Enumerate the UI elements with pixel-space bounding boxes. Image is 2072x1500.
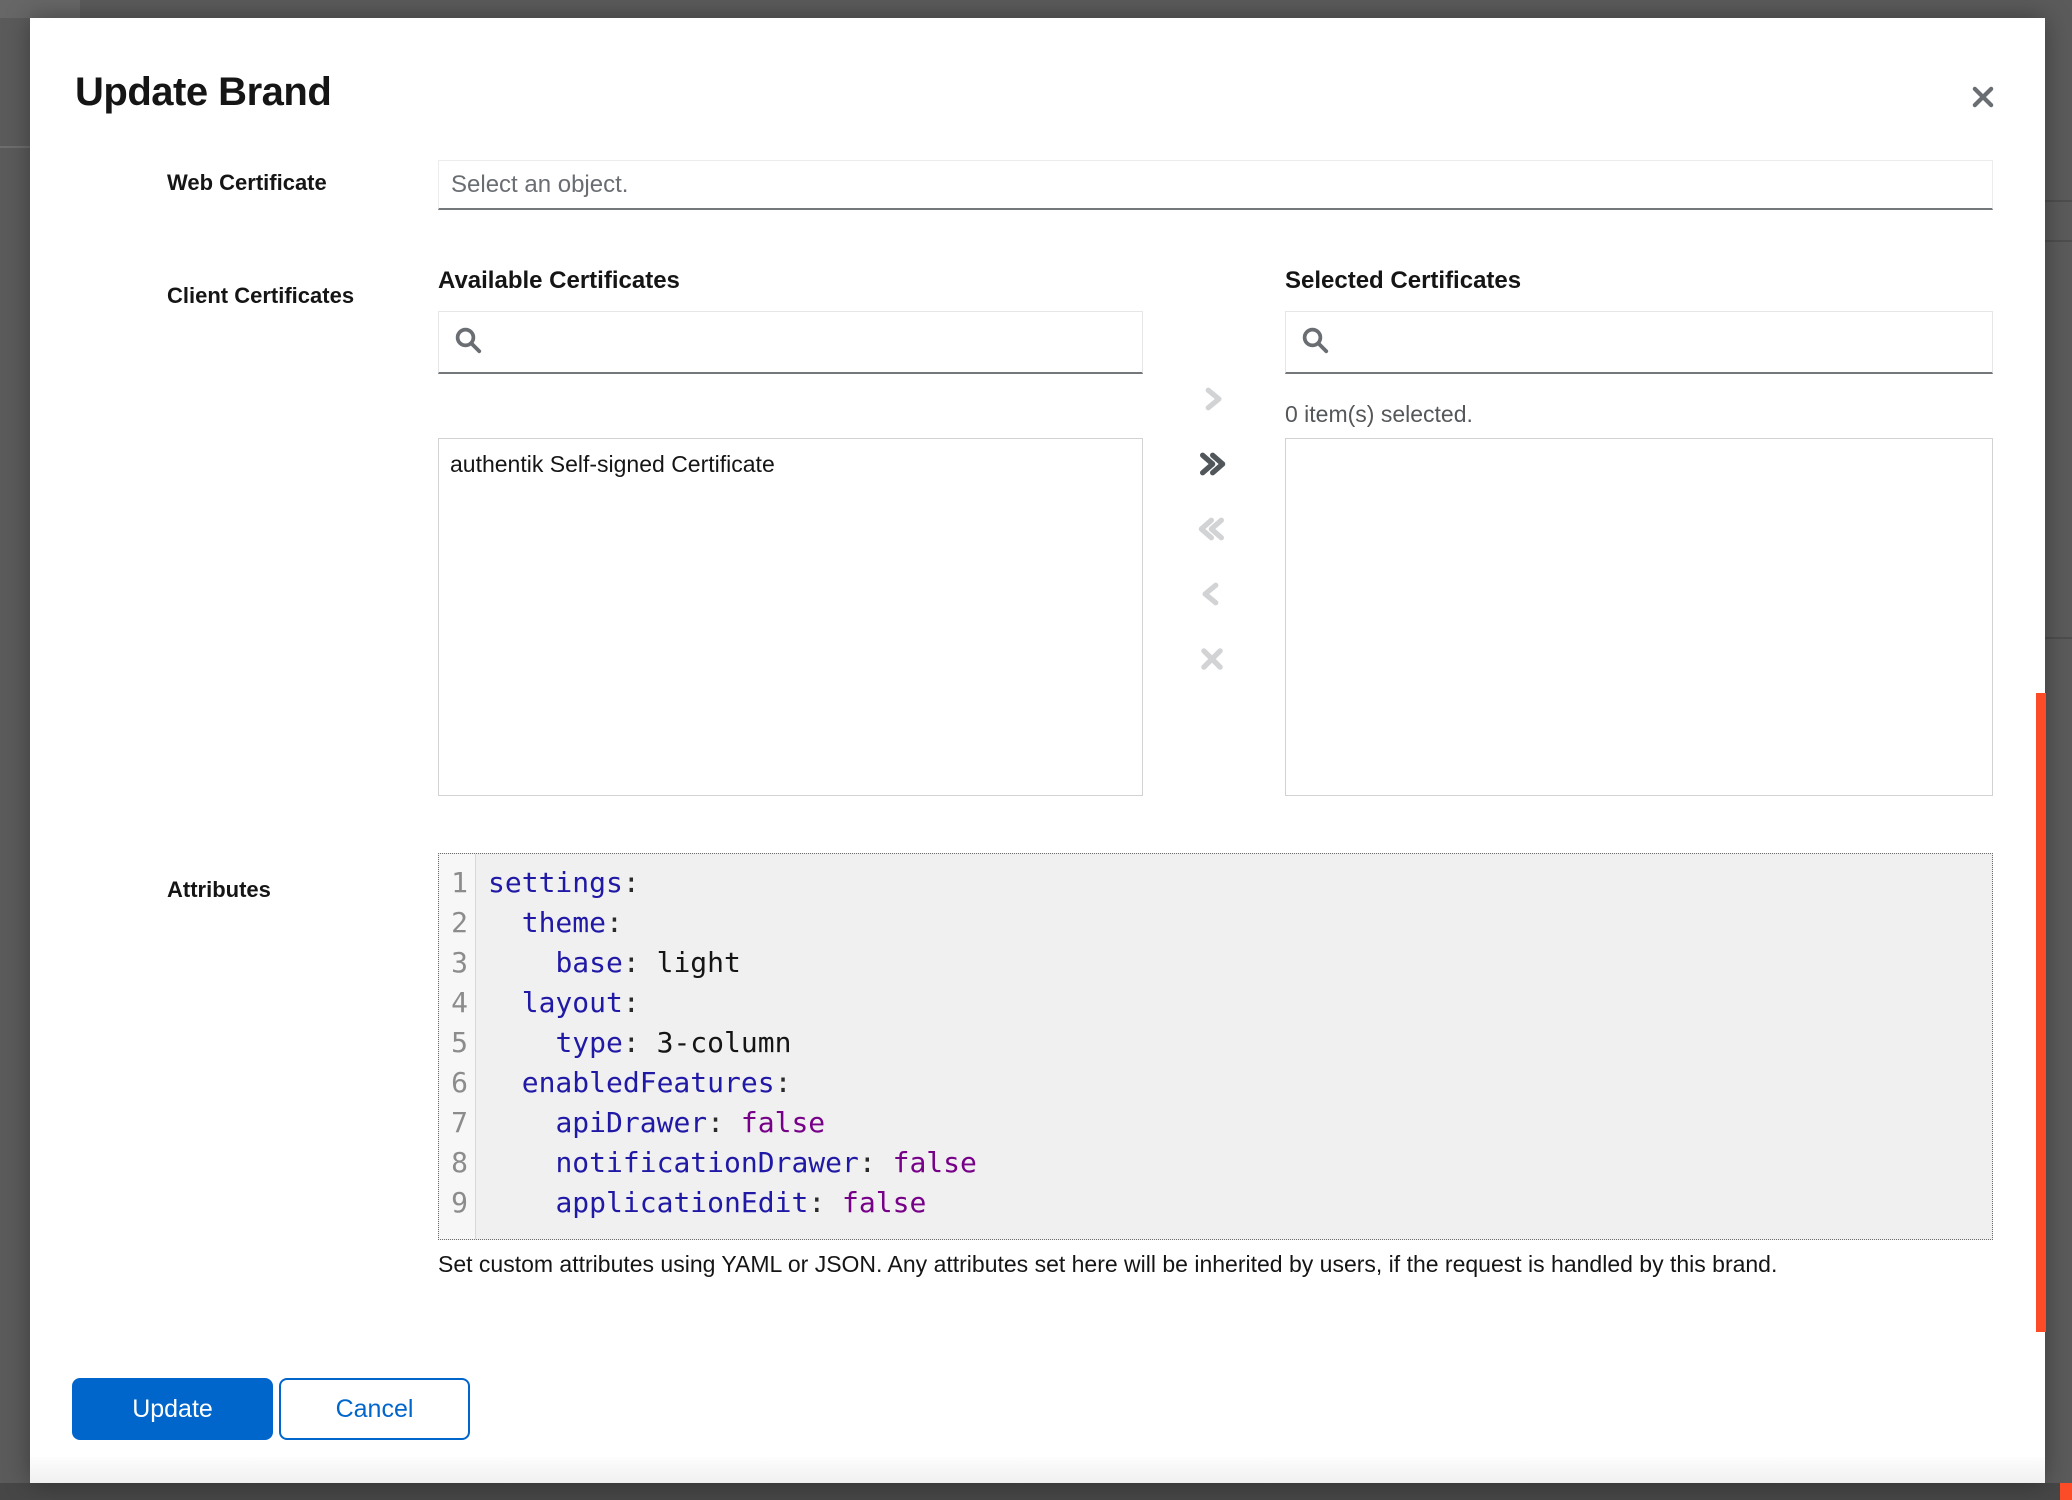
backdrop-bottom-strip: [0, 1483, 2060, 1500]
backdrop-seam: [0, 146, 30, 148]
line-number: 4: [439, 983, 475, 1023]
search-icon: [1300, 325, 1330, 360]
move-all-left-button[interactable]: [1190, 508, 1234, 552]
attributes-code-editor[interactable]: 123456789 settings: theme: base: light l…: [438, 853, 1993, 1240]
code-line: type: 3-column: [488, 1023, 1992, 1063]
scrollbar-corner-fragment: [2060, 1483, 2072, 1500]
attributes-help-text: Set custom attributes using YAML or JSON…: [438, 1251, 1998, 1278]
line-number: 1: [439, 863, 475, 903]
chevron-right-icon: [1197, 384, 1227, 417]
line-number: 6: [439, 1063, 475, 1103]
search-icon: [453, 325, 483, 360]
close-icon[interactable]: [1960, 74, 2006, 120]
double-chevron-left-icon: [1197, 514, 1227, 547]
backdrop-seam: [2045, 240, 2072, 242]
available-certificates-list[interactable]: authentik Self-signed Certificate: [438, 438, 1143, 796]
available-search-input[interactable]: [495, 328, 1128, 356]
line-number: 8: [439, 1143, 475, 1183]
code-line: layout:: [488, 983, 1992, 1023]
client-certificates-label: Client Certificates: [167, 283, 354, 309]
available-certificates-heading: Available Certificates: [438, 267, 680, 295]
selected-count-status: 0 item(s) selected.: [1285, 401, 1473, 428]
modal-title: Update Brand: [75, 70, 331, 115]
available-search-box: [438, 311, 1143, 374]
code-line: enabledFeatures:: [488, 1063, 1992, 1103]
chevron-left-icon: [1197, 579, 1227, 612]
code-line: theme:: [488, 903, 1992, 943]
code-line: notificationDrawer: false: [488, 1143, 1992, 1183]
times-icon: [1197, 644, 1227, 677]
line-number: 7: [439, 1103, 475, 1143]
selected-certificates-heading: Selected Certificates: [1285, 267, 1521, 295]
line-number: 9: [439, 1183, 475, 1223]
move-selected-left-button[interactable]: [1190, 573, 1234, 617]
screen: Update Brand Web Certificate Client Cert…: [0, 0, 2072, 1500]
available-certificate-item[interactable]: authentik Self-signed Certificate: [439, 439, 1142, 490]
code-content: settings: theme: base: light layout: typ…: [476, 854, 1992, 1239]
code-gutter: 123456789: [439, 854, 476, 1239]
line-number: 5: [439, 1023, 475, 1063]
line-number: 2: [439, 903, 475, 943]
code-line: settings:: [488, 863, 1992, 903]
cancel-button[interactable]: Cancel: [279, 1378, 470, 1440]
update-button[interactable]: Update: [72, 1378, 273, 1440]
selected-search-input[interactable]: [1342, 328, 1978, 356]
web-certificate-select[interactable]: [438, 160, 1993, 210]
backdrop-page-fragment: [0, 0, 80, 18]
modal-footer-strip: [30, 1457, 2045, 1483]
remove-selected-button[interactable]: [1190, 638, 1234, 682]
attributes-label: Attributes: [167, 877, 271, 903]
code-line: applicationEdit: false: [488, 1183, 1992, 1223]
move-selected-right-button[interactable]: [1190, 378, 1234, 422]
code-line: base: light: [488, 943, 1992, 983]
double-chevron-right-icon: [1197, 449, 1227, 482]
web-certificate-label: Web Certificate: [167, 170, 327, 196]
line-number: 3: [439, 943, 475, 983]
backdrop-seam: [2045, 637, 2072, 639]
scrollbar-thumb[interactable]: [2036, 693, 2046, 1332]
code-line: apiDrawer: false: [488, 1103, 1992, 1143]
transfer-controls: [1190, 378, 1234, 682]
selected-search-box: [1285, 311, 1993, 374]
selected-certificates-list[interactable]: [1285, 438, 1993, 796]
update-brand-modal: Update Brand Web Certificate Client Cert…: [30, 18, 2045, 1483]
backdrop-seam: [2045, 200, 2072, 202]
move-all-right-button[interactable]: [1190, 443, 1234, 487]
